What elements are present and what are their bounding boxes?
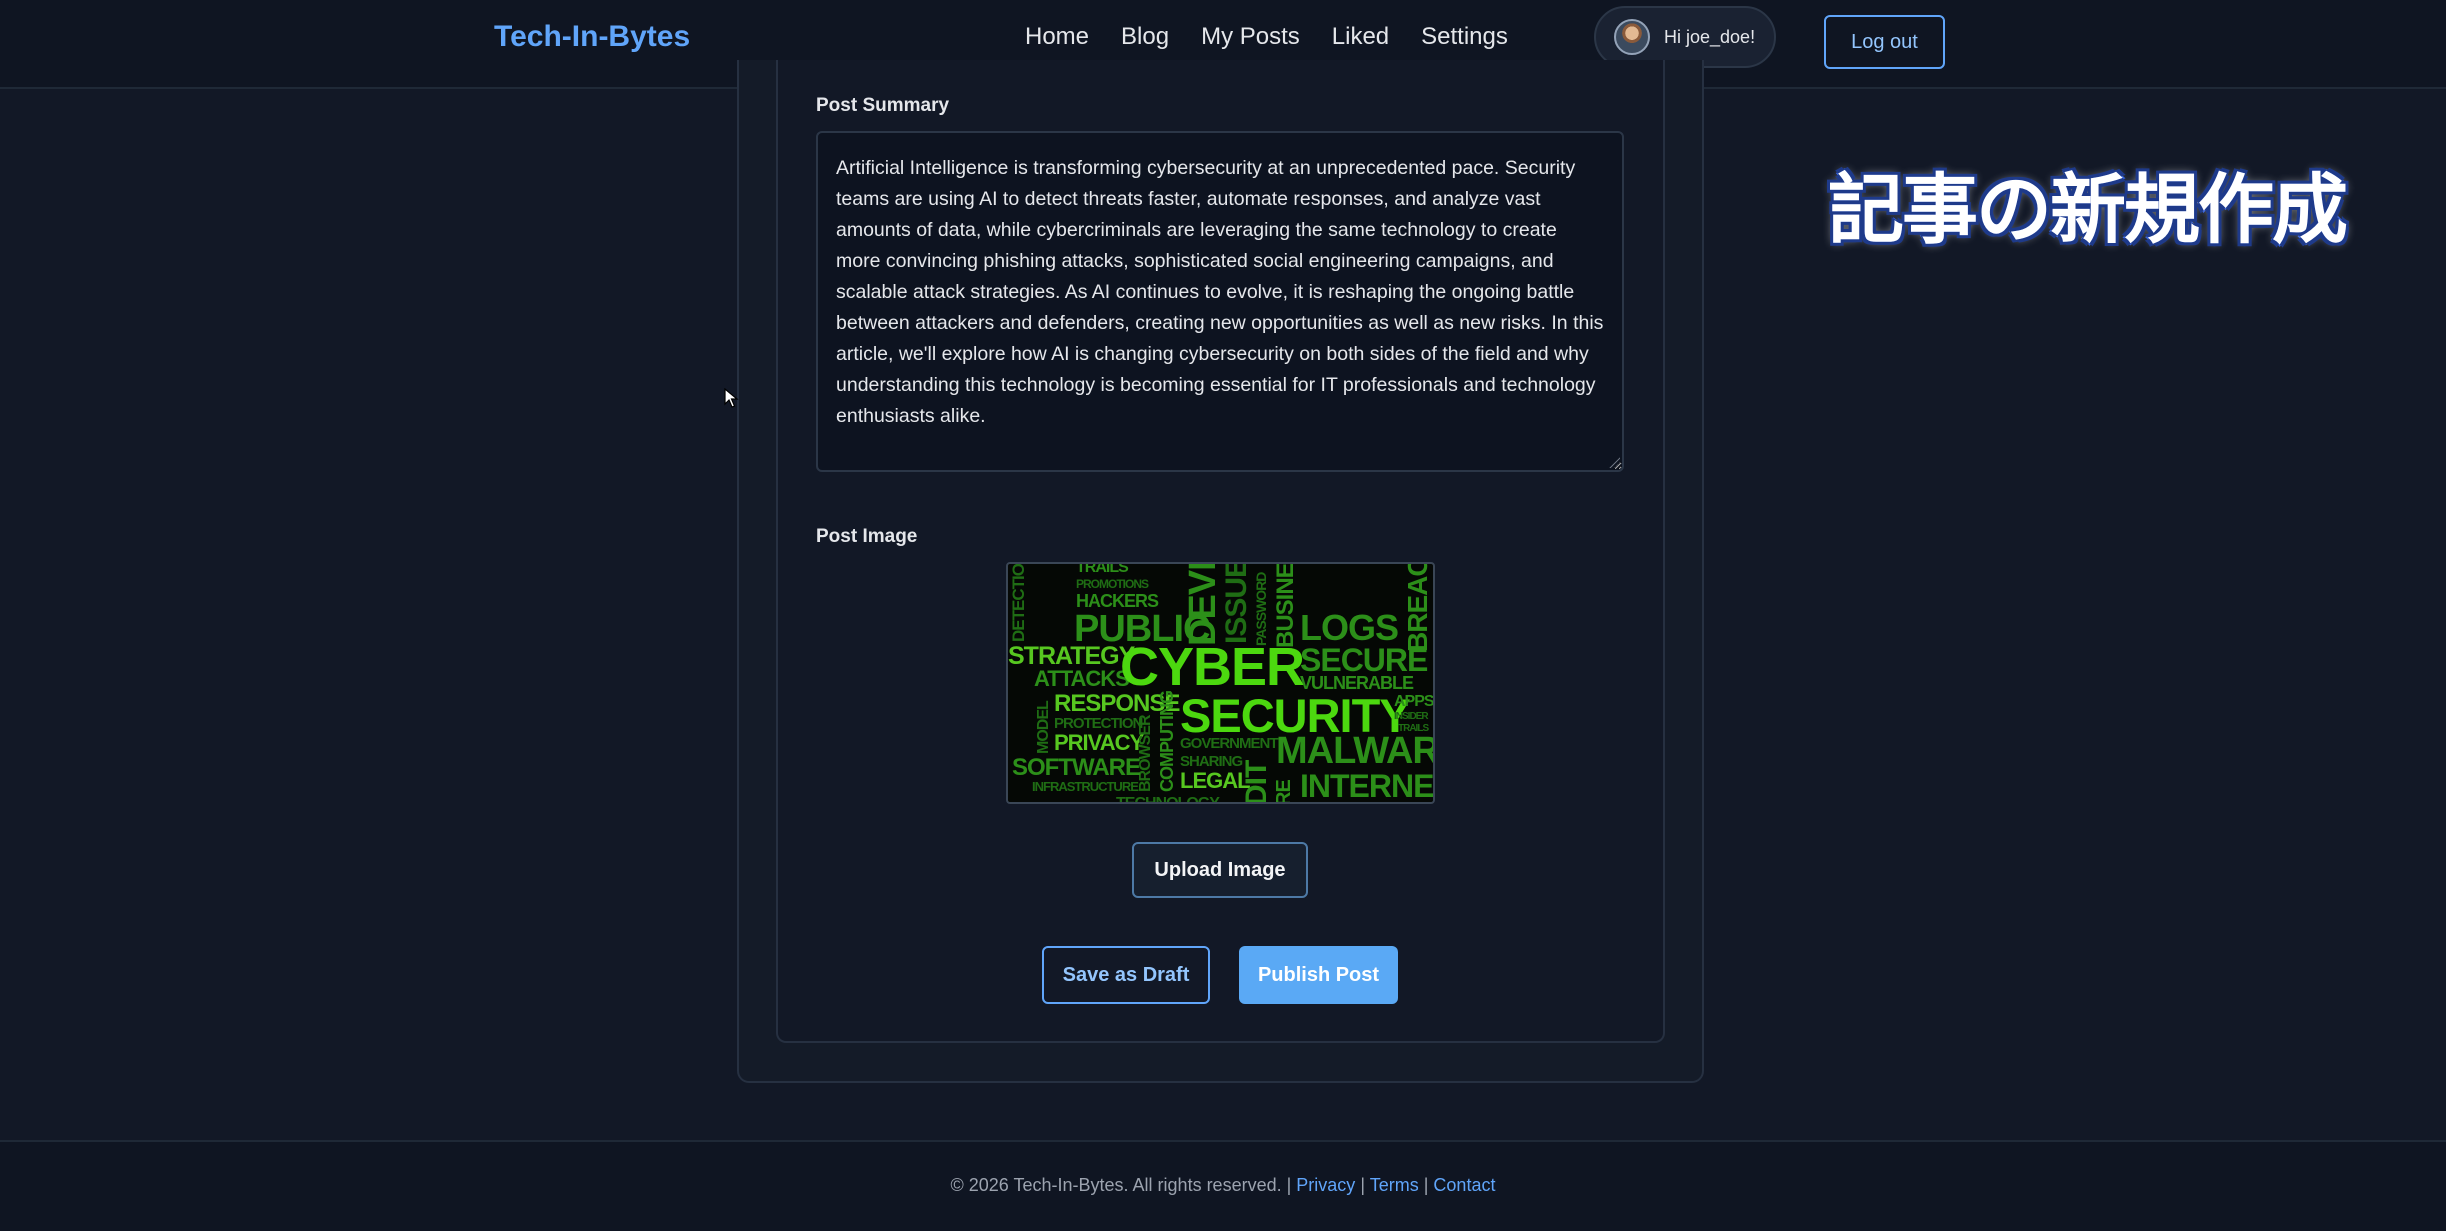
image-word: SOFTWARE	[1012, 754, 1141, 781]
publish-post-button[interactable]: Publish Post	[1239, 946, 1398, 1004]
image-word: SHARING	[1180, 753, 1243, 770]
footer-link-terms[interactable]: Terms	[1370, 1175, 1419, 1195]
post-summary-label: Post Summary	[816, 95, 950, 116]
nav-home[interactable]: Home	[1025, 23, 1089, 51]
footer-link-privacy[interactable]: Privacy	[1296, 1175, 1355, 1195]
footer-copyright: © 2026 Tech-In-Bytes. All rights reserve…	[950, 1175, 1292, 1195]
footer-link-contact[interactable]: Contact	[1433, 1175, 1495, 1195]
user-menu[interactable]: Hi joe_doe!	[1594, 6, 1776, 68]
main-nav: Home Blog My Posts Liked Settings	[1025, 23, 1508, 51]
image-word: INTERNET	[1300, 768, 1434, 804]
image-word: DETECTION	[1009, 562, 1028, 642]
save-draft-button[interactable]: Save as Draft	[1042, 946, 1210, 1004]
nav-my-posts[interactable]: My Posts	[1201, 23, 1300, 51]
nav-settings[interactable]: Settings	[1421, 23, 1508, 51]
video-caption-overlay: 記事の新規作成	[1827, 164, 2350, 256]
image-word: DIT	[1240, 760, 1273, 804]
mouse-cursor-icon	[724, 388, 739, 408]
image-word: PRIVACY	[1054, 730, 1144, 755]
image-word: ISSUES	[1220, 562, 1253, 644]
user-greeting: Hi joe_doe!	[1664, 26, 1756, 47]
post-summary-textarea[interactable]: Artificial Intelligence is transforming …	[816, 131, 1624, 472]
logout-button[interactable]: Log out	[1824, 15, 1945, 69]
upload-image-button[interactable]: Upload Image	[1132, 842, 1308, 898]
avatar	[1614, 19, 1650, 55]
image-word: COMPUTING	[1157, 691, 1177, 792]
image-word: TRAILS	[1076, 562, 1129, 576]
image-word: PASSWORD	[1253, 572, 1269, 646]
image-word: DEVI	[1182, 562, 1224, 646]
resize-handle-icon[interactable]	[1608, 456, 1620, 468]
post-image-preview: TRAILS PROMOTIONS HACKERS DETECTION PUBL…	[1006, 562, 1435, 804]
image-word: INFRASTRUCTURE	[1032, 779, 1139, 794]
image-word: INSIDER	[1394, 711, 1429, 722]
image-word: TECHNOLOGY	[1116, 795, 1220, 804]
nav-blog[interactable]: Blog	[1121, 23, 1169, 51]
image-word: LOGS	[1300, 607, 1399, 648]
page-footer: © 2026 Tech-In-Bytes. All rights reserve…	[0, 1140, 2446, 1231]
image-word: ATTACKS	[1034, 666, 1130, 691]
image-word: APPS	[1394, 693, 1434, 710]
footer-separator: |	[1423, 1175, 1429, 1195]
nav-liked[interactable]: Liked	[1332, 23, 1389, 51]
image-word: MALWARE	[1276, 730, 1433, 772]
image-word: BREAC	[1402, 562, 1433, 652]
post-image-label: Post Image	[816, 526, 918, 547]
brand-logo[interactable]: Tech-In-Bytes	[494, 20, 690, 54]
image-word: RE	[1273, 780, 1295, 804]
footer-separator: |	[1360, 1175, 1366, 1195]
image-word: BROWSER	[1137, 715, 1154, 792]
image-word: GOVERNMENT	[1180, 735, 1279, 752]
post-summary-text: Artificial Intelligence is transforming …	[836, 157, 1604, 427]
image-word: PROMOTIONS	[1076, 577, 1149, 591]
image-word: SECURE	[1300, 642, 1428, 678]
image-word: CYBER	[1120, 637, 1305, 697]
image-word: BUSINESS	[1272, 562, 1299, 648]
image-word: PROTECTION	[1054, 715, 1143, 732]
image-word: MODEL	[1035, 701, 1052, 754]
footer-text: © 2026 Tech-In-Bytes. All rights reserve…	[0, 1175, 2446, 1196]
